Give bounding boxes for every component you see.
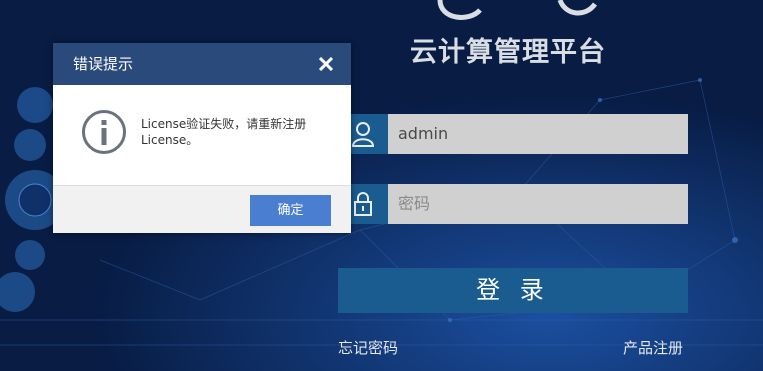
dialog-body: License验证失败，请重新注册License。 bbox=[53, 85, 351, 185]
product-register-link[interactable]: 产品注册 bbox=[623, 337, 683, 358]
password-field[interactable]: 密码 bbox=[338, 184, 688, 224]
dialog-title: 错误提示 bbox=[73, 55, 134, 73]
username-input[interactable]: admin bbox=[388, 114, 688, 154]
info-icon bbox=[82, 110, 126, 154]
dialog-footer: 确定 bbox=[53, 185, 351, 233]
confirm-button[interactable]: 确定 bbox=[250, 195, 331, 226]
error-dialog: 错误提示 License验证失败，请重新注册License。 确定 bbox=[53, 43, 351, 233]
dialog-header: 错误提示 bbox=[53, 43, 351, 85]
close-icon[interactable] bbox=[319, 57, 333, 71]
login-button[interactable]: 登 录 bbox=[338, 268, 688, 313]
username-field[interactable]: admin bbox=[338, 114, 688, 154]
platform-title: 云计算管理平台 bbox=[410, 37, 606, 68]
forgot-password-link[interactable]: 忘记密码 bbox=[338, 337, 398, 358]
dialog-message: License验证失败，请重新注册License。 bbox=[141, 117, 307, 147]
password-input[interactable]: 密码 bbox=[388, 184, 688, 224]
